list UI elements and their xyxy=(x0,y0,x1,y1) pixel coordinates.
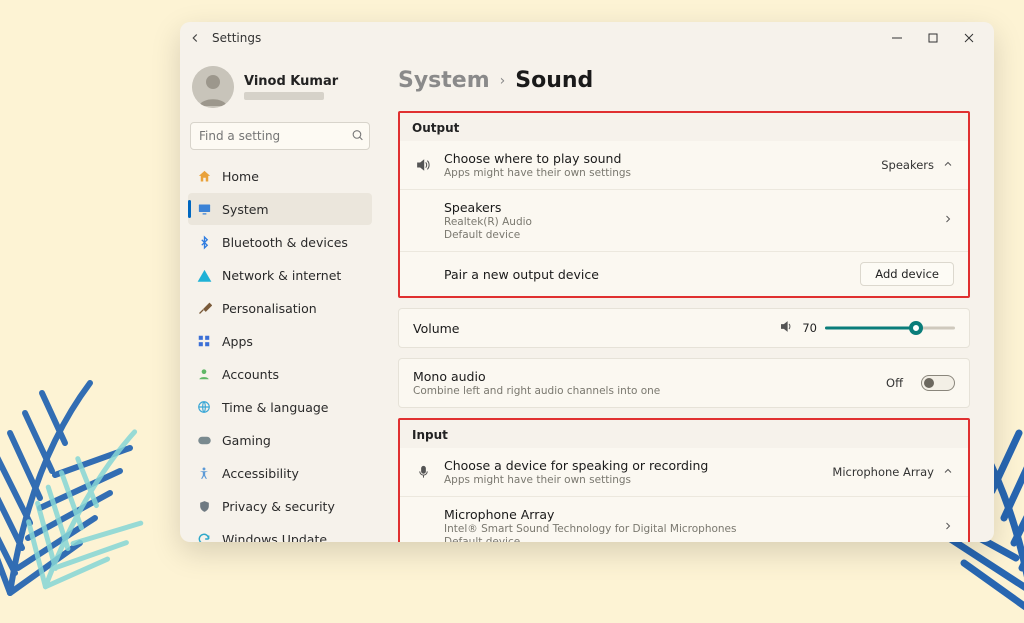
output-pair-label: Pair a new output device xyxy=(444,267,848,282)
output-pair-row: Pair a new output device Add device xyxy=(400,251,968,296)
mono-audio-row[interactable]: Mono audio Combine left and right audio … xyxy=(398,358,970,408)
output-section-label: Output xyxy=(402,117,968,135)
search-box[interactable] xyxy=(190,122,370,150)
sidebar-item-label: Bluetooth & devices xyxy=(222,235,348,250)
output-highlight: Output Choose where to play sound Apps m… xyxy=(398,111,970,298)
search-icon xyxy=(351,127,364,146)
shield-icon xyxy=(196,498,212,514)
sidebar-item-gaming[interactable]: Gaming xyxy=(188,424,372,456)
output-device-row[interactable]: Speakers Realtek(R) Audio Default device xyxy=(400,189,968,251)
input-selected-device: Microphone Array xyxy=(832,465,934,479)
close-button[interactable] xyxy=(952,26,986,50)
sidebar: Vinod Kumar Home System xyxy=(180,54,380,542)
breadcrumb-parent[interactable]: System xyxy=(398,68,490,93)
titlebar: Settings xyxy=(180,22,994,54)
user-name: Vinod Kumar xyxy=(244,74,338,89)
chevron-up-icon xyxy=(942,465,954,480)
back-button[interactable] xyxy=(188,31,202,45)
sidebar-item-label: Network & internet xyxy=(222,268,341,283)
sidebar-item-time-language[interactable]: Time & language xyxy=(188,391,372,423)
output-choose-title: Choose where to play sound xyxy=(444,151,869,166)
sidebar-item-network[interactable]: Network & internet xyxy=(188,259,372,291)
sidebar-item-windows-update[interactable]: Windows Update xyxy=(188,523,372,542)
microphone-icon xyxy=(414,464,432,480)
apps-icon xyxy=(196,333,212,349)
home-icon xyxy=(196,168,212,184)
input-device-status: Default device xyxy=(444,536,930,542)
mono-audio-sub: Combine left and right audio channels in… xyxy=(413,385,874,397)
update-icon xyxy=(196,531,212,542)
sidebar-item-label: Gaming xyxy=(222,433,271,448)
mono-audio-state: Off xyxy=(886,376,903,390)
accessibility-icon xyxy=(196,465,212,481)
input-choose-title: Choose a device for speaking or recordin… xyxy=(444,458,820,473)
sidebar-item-label: Home xyxy=(222,169,259,184)
wifi-icon xyxy=(196,267,212,283)
output-device-status: Default device xyxy=(444,229,930,241)
input-choose-sub: Apps might have their own settings xyxy=(444,474,820,486)
sidebar-item-label: Privacy & security xyxy=(222,499,335,514)
breadcrumb-current: Sound xyxy=(515,68,593,93)
sidebar-item-label: Windows Update xyxy=(222,532,327,543)
chevron-right-icon: › xyxy=(500,73,506,89)
brush-icon xyxy=(196,300,212,316)
minimize-button[interactable] xyxy=(880,26,914,50)
input-device-name: Microphone Array xyxy=(444,507,930,522)
search-input[interactable] xyxy=(190,122,370,150)
mono-audio-toggle[interactable] xyxy=(921,375,955,391)
sidebar-item-accounts[interactable]: Accounts xyxy=(188,358,372,390)
speaker-icon xyxy=(414,157,432,173)
chevron-right-icon xyxy=(942,213,954,228)
game-icon xyxy=(196,432,212,448)
output-choose-sub: Apps might have their own settings xyxy=(444,167,869,179)
add-output-device-button[interactable]: Add device xyxy=(860,262,954,286)
user-email-redacted xyxy=(244,92,324,100)
sidebar-item-home[interactable]: Home xyxy=(188,160,372,192)
user-profile[interactable]: Vinod Kumar xyxy=(188,60,372,118)
breadcrumb: System › Sound xyxy=(398,68,970,93)
sidebar-item-label: Time & language xyxy=(222,400,328,415)
sidebar-item-apps[interactable]: Apps xyxy=(188,325,372,357)
output-choose-row[interactable]: Choose where to play sound Apps might ha… xyxy=(400,141,968,189)
sidebar-item-personalisation[interactable]: Personalisation xyxy=(188,292,372,324)
sidebar-item-privacy[interactable]: Privacy & security xyxy=(188,490,372,522)
speaker-icon xyxy=(779,319,794,337)
sidebar-item-system[interactable]: System xyxy=(188,193,372,225)
output-device-name: Speakers xyxy=(444,200,930,215)
maximize-button[interactable] xyxy=(916,26,950,50)
sidebar-item-label: System xyxy=(222,202,269,217)
app-title: Settings xyxy=(212,31,261,45)
avatar xyxy=(192,66,234,108)
sidebar-item-label: Accessibility xyxy=(222,466,299,481)
chevron-right-icon xyxy=(942,520,954,535)
input-device-row[interactable]: Microphone Array Intel® Smart Sound Tech… xyxy=(400,496,968,542)
output-volume-row[interactable]: Volume 70 xyxy=(398,308,970,348)
settings-window: Settings Vinod Kumar xyxy=(180,22,994,542)
person-icon xyxy=(196,366,212,382)
output-selected-device: Speakers xyxy=(881,158,934,172)
mono-audio-title: Mono audio xyxy=(413,369,874,384)
output-volume-slider[interactable] xyxy=(825,321,955,335)
input-choose-row[interactable]: Choose a device for speaking or recordin… xyxy=(400,448,968,496)
input-device-driver: Intel® Smart Sound Technology for Digita… xyxy=(444,523,930,535)
input-highlight: Input Choose a device for speaking or re… xyxy=(398,418,970,542)
output-volume-label: Volume xyxy=(413,321,767,336)
sidebar-item-bluetooth[interactable]: Bluetooth & devices xyxy=(188,226,372,258)
sidebar-nav: Home System Bluetooth & devices Network … xyxy=(188,160,372,542)
output-volume-value: 70 xyxy=(802,321,817,335)
input-section-label: Input xyxy=(402,424,968,442)
bluetooth-icon xyxy=(196,234,212,250)
main-content: System › Sound Output Choose where to pl… xyxy=(380,54,994,542)
chevron-up-icon xyxy=(942,158,954,173)
monitor-icon xyxy=(196,201,212,217)
sidebar-item-label: Apps xyxy=(222,334,253,349)
sidebar-item-label: Accounts xyxy=(222,367,279,382)
globe-icon xyxy=(196,399,212,415)
sidebar-item-label: Personalisation xyxy=(222,301,317,316)
output-device-driver: Realtek(R) Audio xyxy=(444,216,930,228)
sidebar-item-accessibility[interactable]: Accessibility xyxy=(188,457,372,489)
